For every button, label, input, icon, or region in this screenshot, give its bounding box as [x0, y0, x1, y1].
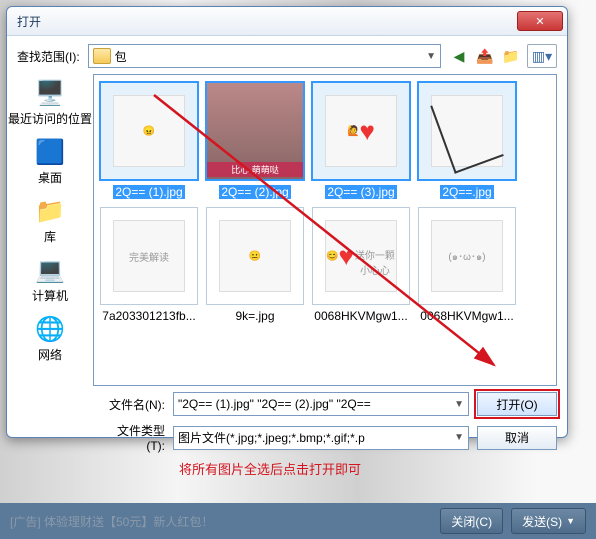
thumbnail-frame: 😠: [99, 81, 199, 181]
file-thumbnail[interactable]: 😠 2Q== (1).jpg: [100, 81, 198, 199]
file-thumbnail[interactable]: 2Q==.jpg: [418, 81, 516, 199]
file-list-area[interactable]: 😠 2Q== (1).jpg 2Q== (2).jpg 🙋 ♥ 2Q== (3).jpg…: [93, 74, 557, 386]
file-thumbnail[interactable]: (๑･ω･๑) 0068HKVMgw1...: [418, 207, 516, 323]
chevron-down-icon[interactable]: ▼: [566, 516, 575, 526]
place-icon: 📁: [33, 196, 67, 226]
place-icon: 🖥️: [33, 78, 67, 108]
new-folder-icon[interactable]: 📁: [501, 46, 521, 66]
back-icon[interactable]: ◀: [449, 46, 469, 66]
place-icon: 🟦: [33, 137, 67, 167]
file-thumbnail[interactable]: 完美解读 7a203301213fb...: [100, 207, 198, 323]
file-thumbnail[interactable]: 2Q== (2).jpg: [206, 81, 304, 199]
place-item[interactable]: 💻 计算机: [32, 255, 68, 304]
place-label: 计算机: [32, 287, 68, 304]
bottom-panel: 文件名(N): "2Q== (1).jpg" "2Q== (2).jpg" "2…: [7, 386, 567, 484]
chevron-down-icon[interactable]: ▼: [454, 399, 464, 410]
place-label: 库: [44, 228, 56, 245]
thumbnail-frame: [417, 81, 517, 181]
thumbnail-caption: 0068HKVMgw1...: [314, 309, 407, 323]
thumbnail-caption: 9k=.jpg: [235, 309, 274, 323]
thumbnail-caption: 2Q==.jpg: [440, 185, 493, 199]
look-in-combo[interactable]: 包 ▼: [88, 44, 441, 68]
dialog-body: 🖥️最近访问的位置🟦桌面📁库💻计算机🌐网络 😠2Q== (1).jpg2Q== …: [7, 74, 567, 386]
place-item[interactable]: 📁库: [33, 196, 67, 245]
dialog-title: 打开: [17, 13, 517, 30]
filename-input[interactable]: "2Q== (1).jpg" "2Q== (2).jpg" "2Q== ▼: [173, 392, 469, 416]
view-menu-icon[interactable]: ▥▾: [527, 44, 557, 68]
footer-send-button[interactable]: 发送(S)▼: [511, 508, 586, 534]
look-in-value: 包: [115, 48, 127, 65]
chevron-down-icon: ▼: [426, 51, 436, 62]
thumbnail-caption: 7a203301213fb...: [102, 309, 195, 323]
ad-text[interactable]: [广告] 体验理财送【50元】新人红包！: [10, 513, 432, 530]
folder-icon: [93, 48, 111, 64]
places-bar: 🖥️最近访问的位置🟦桌面📁库💻计算机🌐网络: [7, 74, 93, 386]
file-thumbnail[interactable]: 😐 9k=.jpg: [206, 207, 304, 323]
thumbnail-caption: 2Q== (1).jpg: [113, 185, 184, 199]
place-icon: 🌐: [33, 314, 67, 344]
file-thumbnail[interactable]: 🙋 ♥ 2Q== (3).jpg: [312, 81, 410, 199]
toolbar-icons: ◀ 📤 📁 ▥▾: [449, 44, 557, 68]
thumbnail-frame: 😐: [206, 207, 304, 305]
thumbnail-caption: 0068HKVMgw1...: [420, 309, 513, 323]
place-item[interactable]: 🖥️ 最近访问的位置: [8, 78, 92, 127]
up-one-level-icon[interactable]: 📤: [475, 46, 495, 66]
thumbnail-frame: 完美解读: [100, 207, 198, 305]
place-label: 网络: [38, 346, 62, 363]
thumbnail-caption: 2Q== (3).jpg: [325, 185, 396, 199]
filetype-combo[interactable]: 图片文件(*.jpg;*.jpeg;*.bmp;*.gif;*.p ▼: [173, 426, 469, 450]
chat-footer: [广告] 体验理财送【50元】新人红包！ 关闭(C) 发送(S)▼: [0, 503, 596, 539]
thumbnail-frame: [205, 81, 305, 181]
look-in-label: 查找范围(I):: [17, 48, 80, 65]
place-label: 最近访问的位置: [8, 110, 92, 127]
thumbnail-frame: 😊♥送你一颗小心心: [312, 207, 410, 305]
filetype-label: 文件类型(T):: [99, 422, 165, 453]
place-label: 桌面: [38, 169, 62, 186]
titlebar[interactable]: 打开 ✕: [7, 7, 567, 36]
place-item[interactable]: 🟦 桌面: [33, 137, 67, 186]
thumbnail-frame: 🙋 ♥: [311, 81, 411, 181]
thumbnail-frame: (๑･ω･๑): [418, 207, 516, 305]
filename-label: 文件名(N):: [99, 396, 165, 413]
open-file-dialog: 打开 ✕ 查找范围(I): 包 ▼ ◀ 📤 📁 ▥▾ 🖥️ 最近访问的位置 🟦 桌面 📁…: [6, 6, 568, 438]
footer-close-button[interactable]: 关闭(C): [440, 508, 503, 534]
cancel-button[interactable]: 取消: [477, 426, 557, 450]
place-icon: 💻: [33, 255, 67, 285]
chevron-down-icon[interactable]: ▼: [454, 432, 464, 443]
annotation-text: 将所有图片全选后点击打开即可: [173, 459, 469, 478]
look-in-row: 查找范围(I): 包 ▼ ◀ 📤 📁 ▥▾: [7, 36, 567, 74]
thumbnail-grid: 😠 2Q== (1).jpg 2Q== (2).jpg 🙋 ♥ 2Q== (3).jpg…: [100, 81, 550, 323]
file-thumbnail[interactable]: 😊♥送你一颗小心心 0068HKVMgw1...: [312, 207, 410, 323]
close-button[interactable]: ✕: [517, 11, 563, 31]
open-button[interactable]: 打开(O): [477, 392, 557, 416]
place-item[interactable]: 🌐 网络: [33, 314, 67, 363]
thumbnail-caption: 2Q== (2).jpg: [219, 185, 290, 199]
